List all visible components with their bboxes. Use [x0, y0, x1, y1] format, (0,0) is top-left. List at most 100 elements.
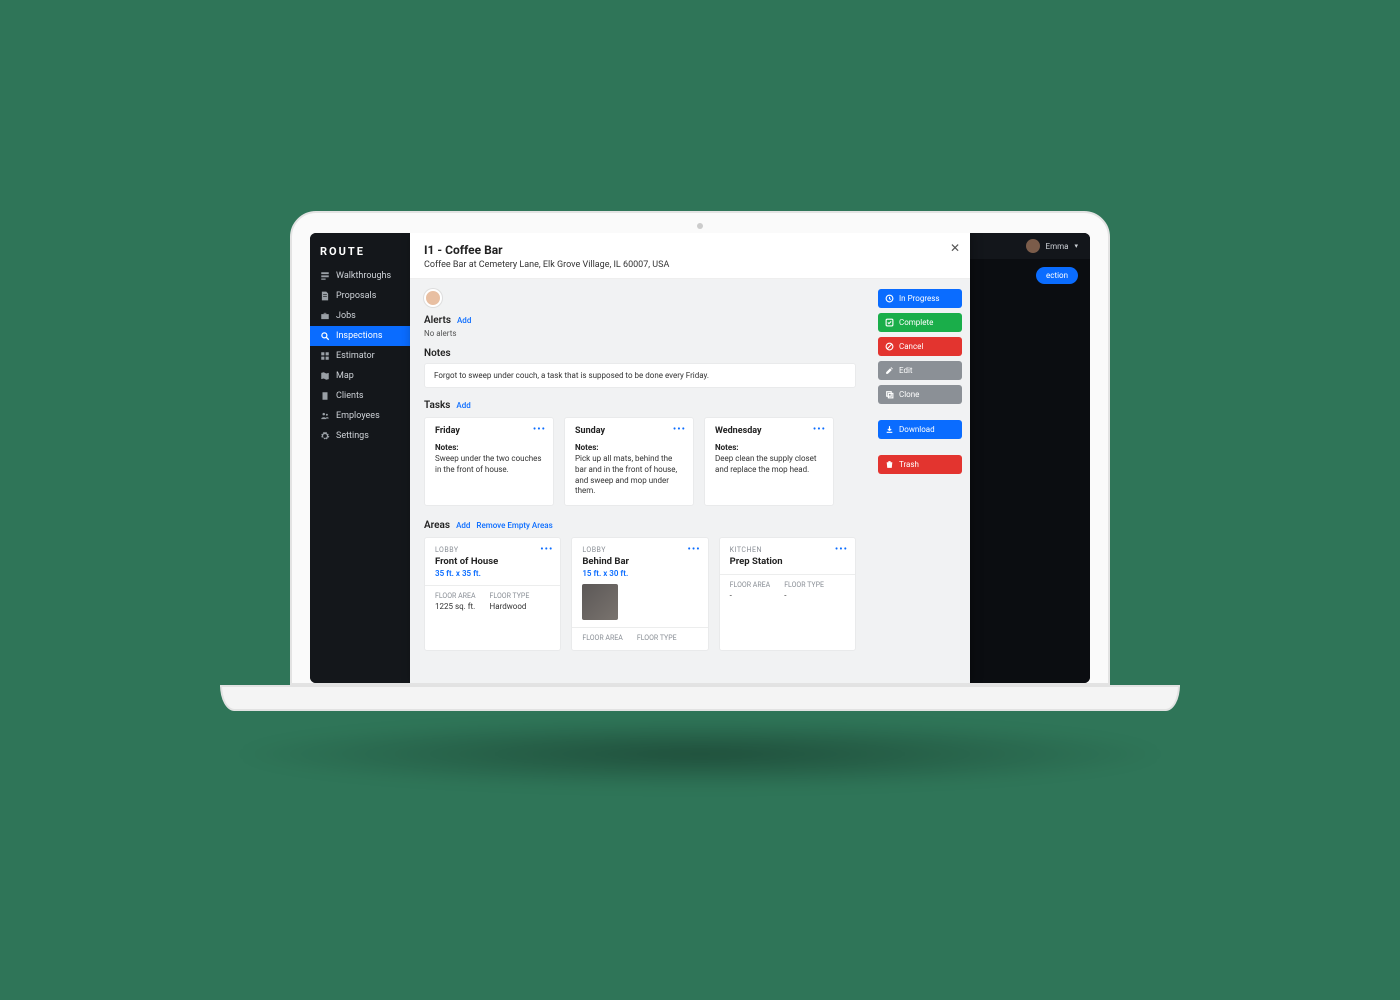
alerts-add-link[interactable]: Add	[457, 316, 471, 325]
floor-type-label: FLOOR TYPE	[637, 634, 677, 642]
clone-button[interactable]: Clone	[878, 385, 962, 404]
spacer	[878, 444, 962, 450]
area-meta-row: FLOOR AREA - FLOOR TYPE -	[730, 581, 845, 600]
tasks-label-text: Tasks	[424, 400, 450, 411]
sidebar-item-label: Clients	[336, 391, 364, 401]
sidebar-item-proposals[interactable]: Proposals	[310, 286, 410, 306]
more-icon[interactable]: •••	[540, 544, 553, 555]
chevron-down-icon[interactable]: ▾	[1074, 242, 1078, 250]
area-card[interactable]: ••• LOBBY Front of House 35 ft. x 35 ft.…	[424, 537, 561, 651]
task-card[interactable]: ••• Wednesday Notes: Deep clean the supp…	[704, 417, 834, 506]
sidebar-item-map[interactable]: Map	[310, 366, 410, 386]
user-name[interactable]: Emma	[1046, 242, 1069, 251]
download-button[interactable]: Download	[878, 420, 962, 439]
sidebar-item-estimator[interactable]: Estimator	[310, 346, 410, 366]
alerts-section-label: Alerts Add	[424, 315, 856, 326]
pencil-icon	[885, 366, 894, 375]
sidebar-item-label: Estimator	[336, 351, 375, 361]
area-card[interactable]: ••• LOBBY Behind Bar 15 ft. x 30 ft. FLO…	[571, 537, 708, 651]
area-meta-row: FLOOR AREA 1225 sq. ft. FLOOR TYPE Hardw…	[435, 592, 550, 611]
floor-area-value: 1225 sq. ft.	[435, 602, 476, 611]
search-icon	[320, 331, 330, 341]
btn-label: Download	[899, 425, 935, 434]
btn-label: Complete	[899, 318, 933, 327]
check-icon	[885, 318, 894, 327]
inspection-modal: I1 - Coffee Bar Coffee Bar at Cemetery L…	[410, 233, 970, 683]
sidebar-item-label: Inspections	[336, 331, 382, 341]
alerts-empty: No alerts	[424, 329, 856, 338]
assignee-avatar[interactable]	[424, 289, 442, 307]
modal-header: I1 - Coffee Bar Coffee Bar at Cemetery L…	[410, 233, 970, 279]
user-avatar-small[interactable]	[1026, 239, 1040, 253]
complete-button[interactable]: Complete	[878, 313, 962, 332]
floor-area-label: FLOOR AREA	[435, 592, 476, 600]
divider	[572, 627, 707, 628]
spacer	[878, 409, 962, 415]
sidebar-item-label: Jobs	[336, 311, 356, 321]
walkthrough-icon	[320, 271, 330, 281]
sidebar-item-label: Settings	[336, 431, 369, 441]
areas-label-text: Areas	[424, 520, 450, 531]
area-card[interactable]: ••• KITCHEN Prep Station FLOOR AREA -	[719, 537, 856, 651]
briefcase-icon	[320, 311, 330, 321]
btn-label: Clone	[899, 390, 919, 399]
area-category: KITCHEN	[730, 546, 845, 554]
btn-label: Trash	[899, 460, 919, 469]
more-icon[interactable]: •••	[813, 424, 826, 435]
sidebar-item-employees[interactable]: Employees	[310, 406, 410, 426]
more-icon[interactable]: •••	[673, 424, 686, 435]
modal-content: Alerts Add No alerts Notes Forgot to swe…	[410, 279, 870, 683]
laptop-base	[220, 685, 1180, 711]
modal-title: I1 - Coffee Bar	[424, 243, 956, 257]
sidebar-item-label: Walkthroughs	[336, 271, 391, 281]
more-icon[interactable]: •••	[835, 544, 848, 555]
tasks-section-label: Tasks Add	[424, 400, 856, 411]
areas-section-label: Areas Add Remove Empty Areas	[424, 520, 856, 531]
users-icon	[320, 411, 330, 421]
sidebar-item-label: Map	[336, 371, 354, 381]
sidebar-item-settings[interactable]: Settings	[310, 426, 410, 446]
sidebar-item-jobs[interactable]: Jobs	[310, 306, 410, 326]
sidebar-item-walkthroughs[interactable]: Walkthroughs	[310, 266, 410, 286]
btn-label: Cancel	[899, 342, 923, 351]
floor-type-value: Hardwood	[490, 602, 530, 611]
grid-icon	[320, 351, 330, 361]
area-dimensions: 15 ft. x 30 ft.	[582, 569, 697, 578]
app-screen: ROUTE Walkthroughs Proposals Jobs Inspec…	[310, 233, 1090, 683]
task-card[interactable]: ••• Sunday Notes: Pick up all mats, behi…	[564, 417, 694, 506]
alerts-label-text: Alerts	[424, 315, 451, 326]
task-notes: Deep clean the supply closet and replace…	[715, 454, 823, 476]
in-progress-button[interactable]: In Progress	[878, 289, 962, 308]
divider	[425, 585, 560, 586]
drop-shadow	[230, 719, 1170, 789]
floor-type-value: -	[784, 591, 824, 600]
header-action-pill[interactable]: ection	[1036, 267, 1078, 284]
notes-section-label: Notes	[424, 348, 856, 359]
close-icon[interactable]: ✕	[950, 241, 960, 255]
cancel-button[interactable]: Cancel	[878, 337, 962, 356]
trash-button[interactable]: Trash	[878, 455, 962, 474]
areas-remove-empty-link[interactable]: Remove Empty Areas	[476, 521, 552, 530]
laptop-frame: ROUTE Walkthroughs Proposals Jobs Inspec…	[290, 211, 1110, 685]
edit-button[interactable]: Edit	[878, 361, 962, 380]
tasks-add-link[interactable]: Add	[456, 401, 470, 410]
area-dimensions: 35 ft. x 35 ft.	[435, 569, 550, 578]
task-card[interactable]: ••• Friday Notes: Sweep under the two co…	[424, 417, 554, 506]
task-notes-label: Notes:	[575, 443, 683, 452]
document-icon	[320, 291, 330, 301]
app-main-backdrop: Emma ▾ ection I1 - Coffee Bar Coffee Bar…	[410, 233, 1090, 683]
more-icon[interactable]: •••	[688, 544, 701, 555]
more-icon[interactable]: •••	[533, 424, 546, 435]
floor-type-label: FLOOR TYPE	[784, 581, 824, 589]
area-image-thumb[interactable]	[582, 584, 618, 620]
btn-label: Edit	[899, 366, 913, 375]
sidebar-item-inspections[interactable]: Inspections	[310, 326, 410, 346]
notes-content: Forgot to sweep under couch, a task that…	[424, 363, 856, 388]
copy-icon	[885, 390, 894, 399]
sidebar-item-clients[interactable]: Clients	[310, 386, 410, 406]
areas-row: ••• LOBBY Front of House 35 ft. x 35 ft.…	[424, 537, 856, 651]
clock-icon	[885, 294, 894, 303]
floor-area-value: -	[730, 591, 771, 600]
areas-add-link[interactable]: Add	[456, 521, 470, 530]
tasks-row: ••• Friday Notes: Sweep under the two co…	[424, 417, 856, 506]
